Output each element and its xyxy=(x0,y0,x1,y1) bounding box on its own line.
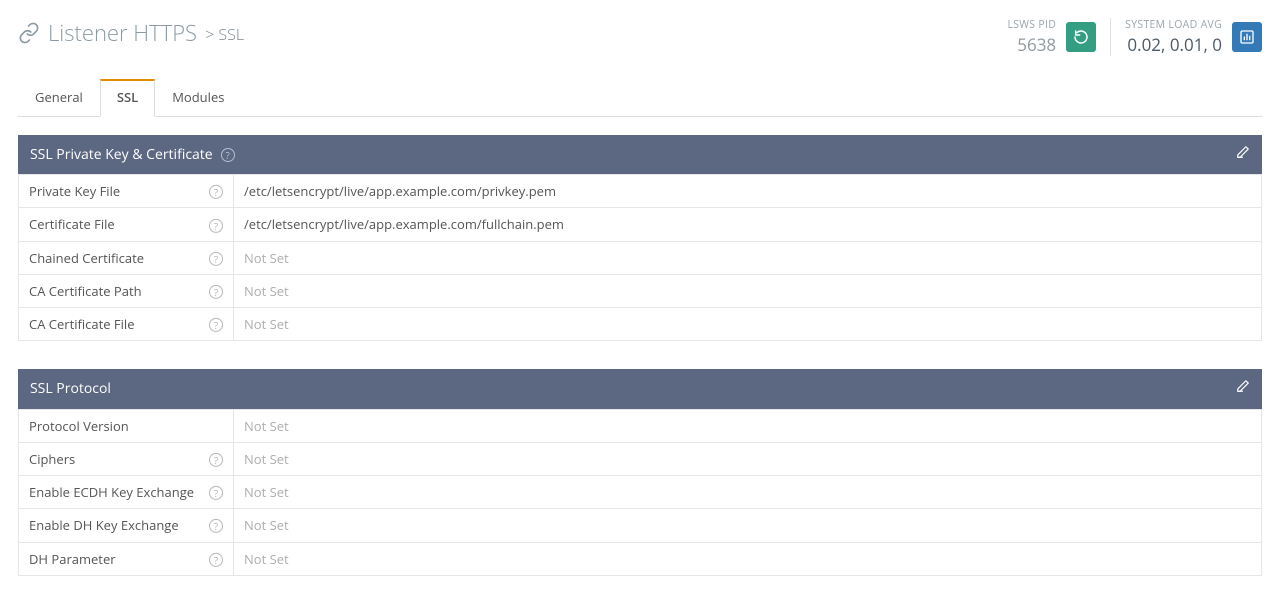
table-row: CA Certificate Path Not Set xyxy=(19,274,1262,307)
dashboard-button[interactable] xyxy=(1232,22,1262,52)
table-row: Protocol Version Not Set xyxy=(19,409,1262,442)
system-load-value: 0.02, 0.01, 0 xyxy=(1125,33,1222,57)
restart-button[interactable] xyxy=(1066,22,1096,52)
reload-icon xyxy=(1073,29,1089,45)
edit-button[interactable] xyxy=(1236,145,1250,165)
page-title: Listener HTTPS > SSL xyxy=(18,18,244,49)
row-value: Not Set xyxy=(234,409,1262,442)
row-value: /etc/letsencrypt/live/app.example.com/fu… xyxy=(234,208,1262,241)
row-value: Not Set xyxy=(234,308,1262,341)
edit-button[interactable] xyxy=(1236,379,1250,399)
row-value: Not Set xyxy=(234,442,1262,475)
breadcrumb-current: SSL xyxy=(218,23,244,45)
table-row: Private Key File/etc/letsencrypt/live/ap… xyxy=(19,175,1262,208)
tab-ssl[interactable]: SSL xyxy=(100,79,155,116)
status-bar: LSWS PID 5638 SYSTEM LOAD AVG 0.02, 0.01… xyxy=(993,18,1262,56)
table-row: Enable ECDH Key Exchange Not Set xyxy=(19,476,1262,509)
config-table: Private Key File/etc/letsencrypt/live/ap… xyxy=(18,174,1262,341)
help-icon[interactable] xyxy=(209,215,223,233)
panel: SSL Private Key & Certificate Private Key… xyxy=(18,135,1262,342)
help-icon[interactable] xyxy=(209,450,223,468)
row-label: Chained Certificate xyxy=(29,249,144,267)
help-icon[interactable] xyxy=(209,483,223,501)
chain-link-icon xyxy=(18,22,40,44)
row-label: Certificate File xyxy=(29,215,115,233)
tabs: GeneralSSLModules xyxy=(18,78,1262,116)
table-row: Ciphers Not Set xyxy=(19,442,1262,475)
help-icon[interactable] xyxy=(209,282,223,300)
tab-general[interactable]: General xyxy=(18,79,100,116)
config-table: Protocol VersionNot SetCiphersNot SetEna… xyxy=(18,409,1262,576)
row-value: /etc/letsencrypt/live/app.example.com/pr… xyxy=(234,175,1262,208)
bar-chart-icon xyxy=(1239,29,1255,45)
table-row: Enable DH Key Exchange Not Set xyxy=(19,509,1262,542)
table-row: CA Certificate File Not Set xyxy=(19,308,1262,341)
row-label: CA Certificate File xyxy=(29,315,135,333)
breadcrumb-sep: > xyxy=(205,23,214,45)
help-icon[interactable] xyxy=(209,249,223,267)
row-label: Protocol Version xyxy=(29,417,129,435)
panel-title: SSL Protocol xyxy=(30,379,111,398)
system-load-label: SYSTEM LOAD AVG xyxy=(1125,18,1222,33)
row-label: DH Parameter xyxy=(29,550,116,568)
help-icon[interactable] xyxy=(209,550,223,568)
help-icon[interactable] xyxy=(221,145,235,163)
row-value: Not Set xyxy=(234,542,1262,575)
table-row: Certificate File/etc/letsencrypt/live/ap… xyxy=(19,208,1262,241)
tab-modules[interactable]: Modules xyxy=(155,79,241,116)
table-row: Chained Certificate Not Set xyxy=(19,241,1262,274)
help-icon[interactable] xyxy=(209,315,223,333)
panel-title: SSL Private Key & Certificate xyxy=(30,145,213,164)
table-row: DH Parameter Not Set xyxy=(19,542,1262,575)
row-value: Not Set xyxy=(234,476,1262,509)
panel: SSL ProtocolProtocol VersionNot SetCiphe… xyxy=(18,369,1262,576)
panel-header: SSL Protocol xyxy=(18,369,1262,409)
help-icon[interactable] xyxy=(209,182,223,200)
row-value: Not Set xyxy=(234,274,1262,307)
row-value: Not Set xyxy=(234,509,1262,542)
row-label: Ciphers xyxy=(29,450,75,468)
lsws-pid-label: LSWS PID xyxy=(1007,18,1056,33)
row-value: Not Set xyxy=(234,241,1262,274)
help-icon[interactable] xyxy=(209,516,223,534)
row-label: Enable ECDH Key Exchange xyxy=(29,483,194,501)
row-label: Private Key File xyxy=(29,182,120,200)
row-label: Enable DH Key Exchange xyxy=(29,516,179,534)
lsws-pid-value: 5638 xyxy=(1007,33,1056,57)
breadcrumb-prefix: Listener HTTPS xyxy=(48,18,197,49)
panel-header: SSL Private Key & Certificate xyxy=(18,135,1262,175)
row-label: CA Certificate Path xyxy=(29,282,142,300)
